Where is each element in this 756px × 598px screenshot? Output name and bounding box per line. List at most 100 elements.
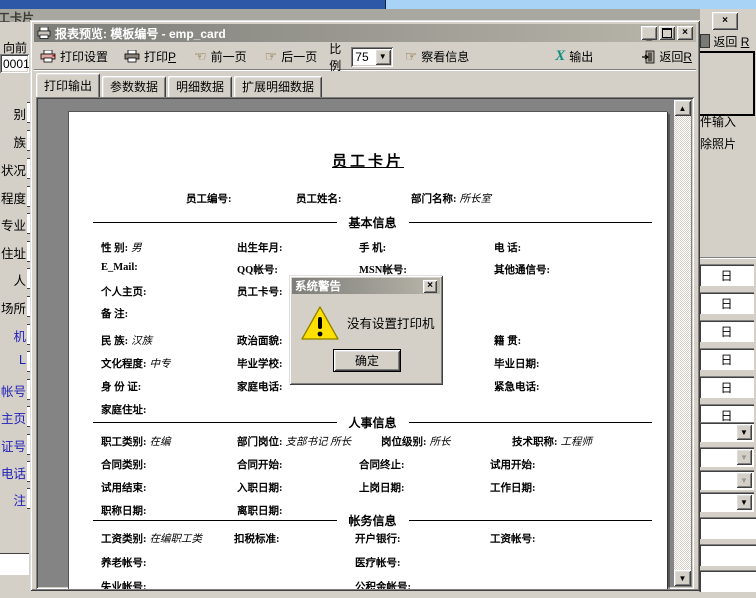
scroll-up-button[interactable]: ▲ <box>674 100 691 116</box>
combo-field[interactable]: ▼ <box>699 422 754 442</box>
minimize-button[interactable]: _ <box>641 26 657 40</box>
report-field: 技术职称:工程师 <box>512 434 592 449</box>
hand-right-icon: ☞ <box>265 50 278 63</box>
tab-detail-data[interactable]: 明细数据 <box>168 76 232 97</box>
dialog-message: 没有设置打印机 <box>347 313 435 332</box>
report-field: 失业帐号: <box>101 579 147 589</box>
report-field: 家庭电话: <box>237 379 283 394</box>
minimize-icon: _ <box>646 34 652 40</box>
date-field[interactable]: 日 <box>699 292 754 314</box>
background-form-label: 别 <box>13 104 26 123</box>
report-field: 试用结束: <box>101 480 147 495</box>
report-field: 部门岗位:支部书记 所长 <box>237 434 351 449</box>
left-form-labels: 别族状况程度专业住址人场所机L帐号主页证号电话注 <box>0 22 30 598</box>
background-form-right: × 返回 R 件输入 除照片 日日日日日日▼▼▼▼ <box>700 9 756 598</box>
exit-door-icon <box>641 50 655 64</box>
report-section-header: 人事信息 <box>93 414 652 431</box>
scale-dropdown-button[interactable]: ▼ <box>375 49 391 65</box>
report-field: 扣税标准: <box>234 531 280 546</box>
tab-extended-detail-data[interactable]: 扩展明细数据 <box>234 76 322 97</box>
print-button[interactable]: 打印P <box>120 46 180 67</box>
app-topbar-left <box>0 0 385 9</box>
print-setup-button[interactable]: 打印设置 <box>36 46 112 67</box>
report-field: 合同类别: <box>101 457 147 472</box>
preview-toolbar: 打印设置 打印P ☜ 前一页 ☞ 后一页 比例 75 ▼ <box>34 44 696 70</box>
report-field: E_Mail: <box>101 262 138 273</box>
close-icon: × <box>682 27 688 39</box>
report-section-header: 帐务信息 <box>93 512 652 529</box>
text-field[interactable] <box>699 517 756 539</box>
text-field[interactable] <box>699 544 756 566</box>
maximize-button[interactable] <box>659 26 675 40</box>
memo-field[interactable] <box>0 553 29 575</box>
background-window-title: 工卡片 <box>0 9 34 22</box>
preview-window-title: 报表预览: 模板编号 - emp_card <box>55 25 641 42</box>
report-field: 政治面貌: <box>237 333 283 348</box>
report-field: 其他通信号: <box>494 262 550 277</box>
scale-value: 75 <box>355 50 368 64</box>
close-icon: × <box>722 15 728 27</box>
report-field: 养老帐号: <box>101 555 147 570</box>
excel-icon: X <box>555 50 565 63</box>
report-field: QQ帐号: <box>237 262 278 277</box>
prev-page-button[interactable]: ☜ 前一页 <box>190 46 251 67</box>
return-button[interactable]: 返回R <box>637 46 696 67</box>
tab-parameter-data[interactable]: 参数数据 <box>102 76 166 97</box>
scale-combobox[interactable]: 75 ▼ <box>351 47 392 67</box>
background-form-label: 机 <box>13 326 26 345</box>
report-field: 合同终止: <box>359 457 405 472</box>
background-return-button[interactable]: 返回 R <box>700 33 749 50</box>
combo-field[interactable]: ▼ <box>699 470 754 490</box>
warning-dialog: 系统警告 × 没有设置打印机 确定 <box>289 275 443 385</box>
date-field[interactable]: 日 <box>699 404 754 426</box>
hand-right-icon: ☞ <box>405 50 418 63</box>
report-field: 职工类别:在编 <box>101 434 171 449</box>
file-input-button[interactable]: 件输入 <box>700 113 736 130</box>
view-info-button[interactable]: ☞ 察看信息 <box>401 46 474 67</box>
background-form-label: 场所 <box>1 298 26 317</box>
report-field: 员工卡号: <box>237 284 283 299</box>
background-close-button[interactable]: × <box>712 12 738 30</box>
background-form-label: 专业 <box>1 215 26 234</box>
report-field: 电 话: <box>494 240 521 255</box>
photo-frame <box>700 51 755 116</box>
report-field: 出生年月: <box>237 240 283 255</box>
report-field: 毕业学校: <box>237 356 283 371</box>
report-field: 工作日期: <box>490 480 536 495</box>
preview-titlebar[interactable]: 报表预览: 模板编号 - emp_card _ × <box>34 24 696 42</box>
report-section-header: 基本信息 <box>93 214 652 231</box>
dialog-ok-button[interactable]: 确定 <box>333 349 401 372</box>
combo-field[interactable]: ▼ <box>699 447 754 467</box>
next-page-button[interactable]: ☞ 后一页 <box>261 46 322 67</box>
background-form-label: 帐号 <box>1 381 26 400</box>
report-field: 医疗帐号: <box>355 555 401 570</box>
report-field: 毕业日期: <box>494 356 540 371</box>
report-field: 开户银行: <box>355 531 401 546</box>
tab-print-output[interactable]: 打印输出 <box>36 73 100 97</box>
report-title: 员工卡片 <box>69 150 667 171</box>
clear-photo-button[interactable]: 除照片 <box>700 135 736 152</box>
scroll-down-button[interactable]: ▼ <box>674 570 691 586</box>
export-button[interactable]: X 输出 <box>551 46 597 67</box>
report-field: 入职日期: <box>237 480 283 495</box>
report-field: 上岗日期: <box>359 480 405 495</box>
date-field[interactable]: 日 <box>699 376 754 398</box>
vertical-scrollbar[interactable]: ▲ ▼ <box>674 100 691 586</box>
close-button[interactable]: × <box>677 26 693 40</box>
date-field[interactable]: 日 <box>699 264 754 286</box>
text-field[interactable] <box>699 570 756 592</box>
printer-icon <box>37 27 51 39</box>
report-field: 合同开始: <box>237 457 283 472</box>
hand-left-icon: ☜ <box>194 50 207 63</box>
dialog-close-button[interactable]: × <box>423 280 437 293</box>
preview-tabs: 打印输出 参数数据 明细数据 扩展明细数据 <box>34 74 696 97</box>
combo-field[interactable]: ▼ <box>699 492 754 512</box>
dropdown-button[interactable]: ▼ <box>736 494 752 510</box>
report-field: 工资类别:在编职工类 <box>101 531 202 546</box>
date-field[interactable]: 日 <box>699 348 754 370</box>
dropdown-button[interactable]: ▼ <box>736 424 752 440</box>
report-field: 员工姓名: <box>296 191 342 206</box>
dialog-titlebar[interactable]: 系统警告 × <box>292 278 440 294</box>
date-field[interactable]: 日 <box>699 320 754 342</box>
report-field: 文化程度:中专 <box>101 356 171 371</box>
